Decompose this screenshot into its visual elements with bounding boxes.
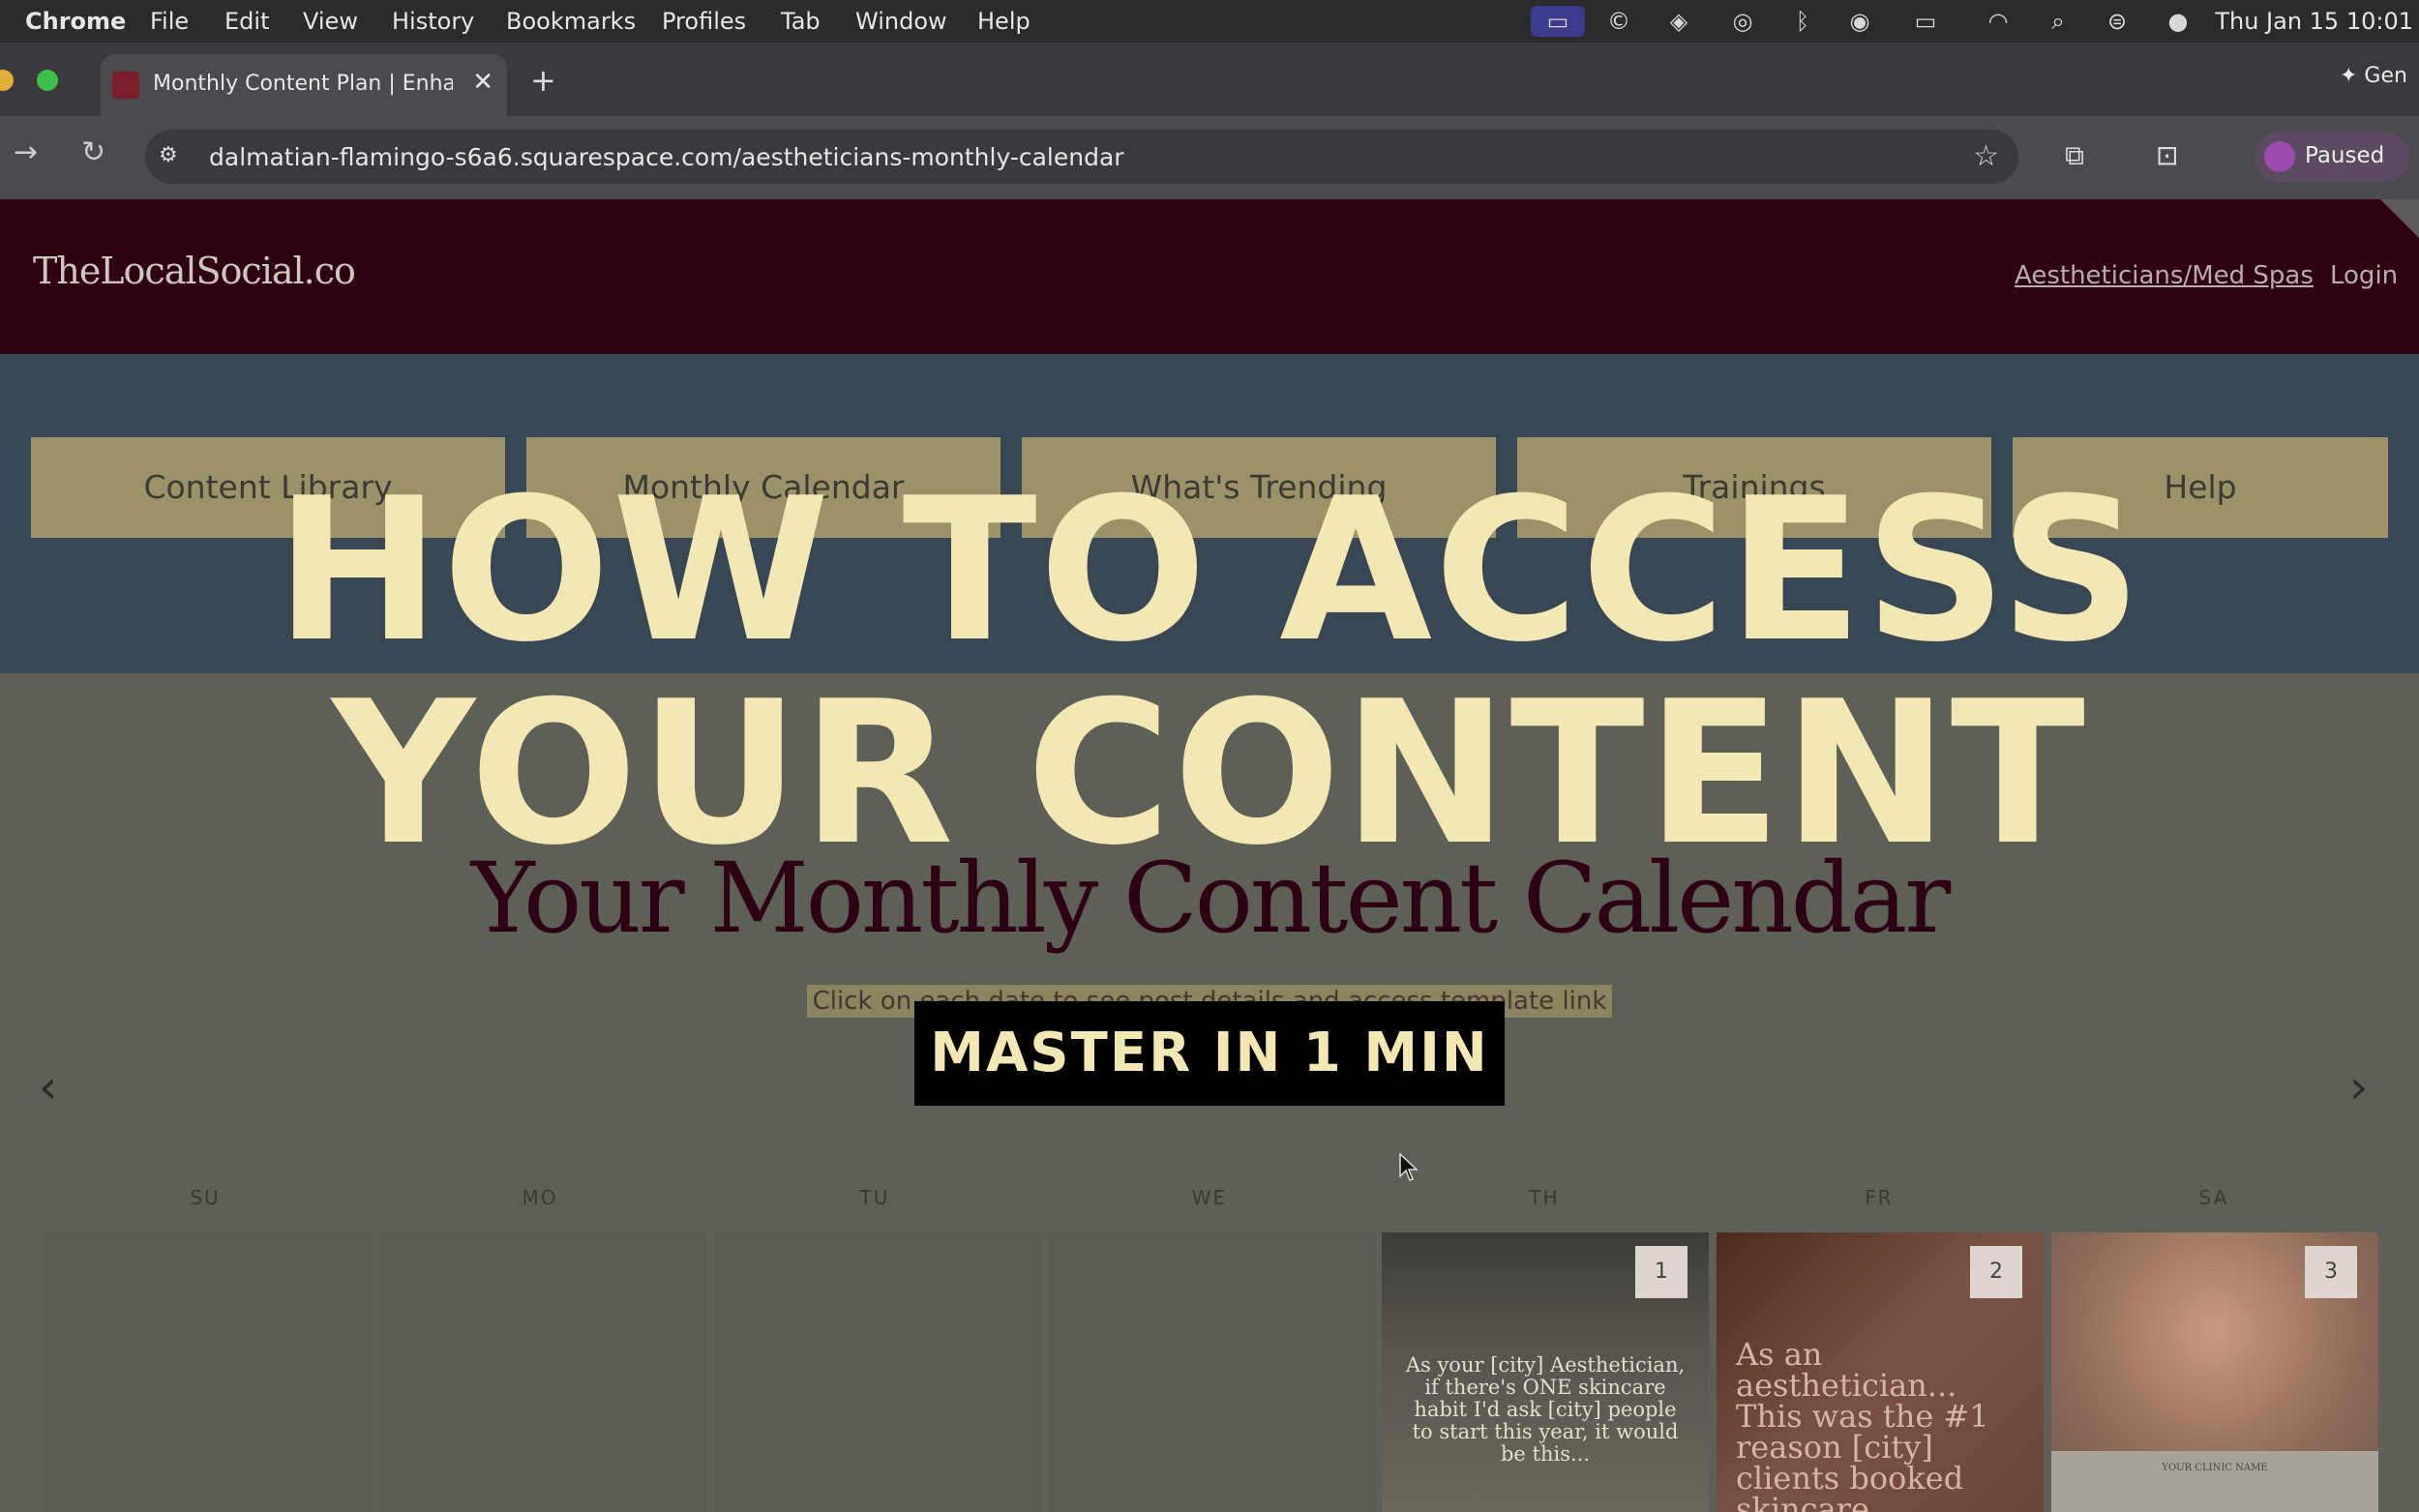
profile-avatar xyxy=(2264,141,2295,172)
overlay-title-line-1: HOW TO ACCESS xyxy=(275,457,2144,686)
account-icon[interactable]: ◉ xyxy=(1843,6,1876,37)
c-app-icon[interactable]: © xyxy=(1602,6,1635,37)
macos-menubar: Chrome File Edit View History Bookmarks … xyxy=(0,0,2419,43)
day-number: 1 xyxy=(1635,1246,1687,1298)
mouse-cursor-icon xyxy=(1399,1152,1419,1182)
weekday-fr: FR xyxy=(1865,1186,1894,1209)
address-bar[interactable]: ⚙ dalmatian-flamingo-s6a6.squarespace.co… xyxy=(145,130,2018,184)
favicon-icon xyxy=(112,72,139,99)
empty-day-cell xyxy=(714,1232,1041,1512)
menu-profiles[interactable]: Profiles xyxy=(662,6,746,37)
menu-app-chrome[interactable]: Chrome xyxy=(25,6,126,37)
weekday-we: WE xyxy=(1191,1186,1228,1209)
photo-caption-bar xyxy=(2051,1451,2378,1512)
bluetooth-icon[interactable]: ᛒ xyxy=(1786,6,1819,37)
tab-strip: Monthly Content Plan | Enhan ✕ + ✦ Gen xyxy=(0,43,2419,116)
site-logo[interactable]: TheLocalSocial.co xyxy=(33,250,356,292)
empty-day-cell xyxy=(45,1232,372,1512)
overlay-badge: MASTER IN 1 MIN xyxy=(914,1001,1505,1106)
calendar-day-3[interactable]: 3 YOUR CLINIC NAME xyxy=(2051,1232,2378,1512)
wifi-icon[interactable]: ◠ xyxy=(1982,6,2015,37)
day-post-text: As an aesthetician... This was the #1 re… xyxy=(1736,1336,1989,1512)
minimize-window-button[interactable] xyxy=(0,70,14,91)
weekday-su: SU xyxy=(190,1186,221,1209)
new-tab-button[interactable]: + xyxy=(530,62,556,99)
calendar-day-2[interactable]: 2 As an aesthetician... This was the #1 … xyxy=(1717,1232,2044,1512)
shield-app-icon[interactable]: ◈ xyxy=(1662,6,1695,37)
gemini-tab[interactable]: ✦ Gen xyxy=(2340,64,2407,88)
siri-icon[interactable]: ● xyxy=(2162,6,2195,37)
browser-toolbar: → ↻ ⚙ dalmatian-flamingo-s6a6.squarespac… xyxy=(0,116,2419,199)
prev-month-chevron-icon[interactable]: ‹ xyxy=(39,1060,57,1114)
site-header: TheLocalSocial.co Aestheticians/Med Spas… xyxy=(0,199,2419,354)
day-post-text: As your [city] Aesthetician, if there's … xyxy=(1405,1353,1686,1466)
calendar-day-1[interactable]: 1 As your [city] Aesthetician, if there'… xyxy=(1382,1232,1709,1512)
menu-view[interactable]: View xyxy=(303,6,358,37)
nav-aestheticians-link[interactable]: Aestheticians/Med Spas xyxy=(2015,261,2314,290)
overlay-title-line-2: YOUR CONTENT xyxy=(332,660,2087,889)
menu-window[interactable]: Window xyxy=(855,6,947,37)
profile-status-label: Paused xyxy=(2305,143,2385,168)
menu-file[interactable]: File xyxy=(150,6,189,37)
tab-title: Monthly Content Plan | Enhan xyxy=(153,72,453,96)
menu-bookmarks[interactable]: Bookmarks xyxy=(506,6,636,37)
weekday-tu: TU xyxy=(859,1186,890,1209)
weekday-mo: MO xyxy=(522,1186,558,1209)
menu-edit[interactable]: Edit xyxy=(224,6,269,37)
control-center-icon[interactable]: ⊜ xyxy=(2096,6,2138,37)
url-text[interactable]: dalmatian-flamingo-s6a6.squarespace.com/… xyxy=(209,143,1124,171)
profile-paused-button[interactable]: Paused xyxy=(2255,132,2409,182)
menu-history[interactable]: History xyxy=(392,6,474,37)
menu-help[interactable]: Help xyxy=(977,6,1030,37)
menu-tab[interactable]: Tab xyxy=(781,6,821,37)
corner-fold xyxy=(2380,199,2419,238)
forward-arrow-icon[interactable]: → xyxy=(14,135,38,169)
weekday-th: TH xyxy=(1529,1186,1560,1209)
bookmark-star-icon[interactable]: ☆ xyxy=(1973,139,1999,173)
airdrop-icon[interactable]: ◎ xyxy=(1726,6,1759,37)
site-settings-icon[interactable]: ⚙ xyxy=(159,143,178,167)
tab-monthly-content-plan[interactable]: Monthly Content Plan | Enhan ✕ xyxy=(101,54,507,116)
search-icon[interactable]: ⌕ xyxy=(2042,6,2075,37)
nav-login-link[interactable]: Login xyxy=(2330,261,2398,290)
day-post-text: YOUR CLINIC NAME xyxy=(2162,1463,2268,1473)
empty-day-cell xyxy=(1049,1232,1376,1512)
empty-day-cell xyxy=(379,1232,706,1512)
extensions-icon[interactable]: ⧉ xyxy=(2065,139,2084,172)
day-number: 3 xyxy=(2305,1246,2357,1298)
day-number: 2 xyxy=(1970,1246,2022,1298)
reload-icon[interactable]: ↻ xyxy=(81,135,105,169)
weekday-sa: SA xyxy=(2198,1186,2229,1209)
zoom-window-button[interactable] xyxy=(37,70,58,91)
battery-icon[interactable]: ▭ xyxy=(1904,6,1947,37)
google-lens-icon[interactable]: ⊡ xyxy=(2156,139,2178,171)
close-tab-icon[interactable]: ✕ xyxy=(472,68,493,97)
screen-record-icon[interactable]: ▭ xyxy=(1531,6,1585,37)
menubar-clock[interactable]: Thu Jan 15 10:01 xyxy=(2215,6,2413,37)
next-month-chevron-icon[interactable]: › xyxy=(2349,1060,2368,1114)
